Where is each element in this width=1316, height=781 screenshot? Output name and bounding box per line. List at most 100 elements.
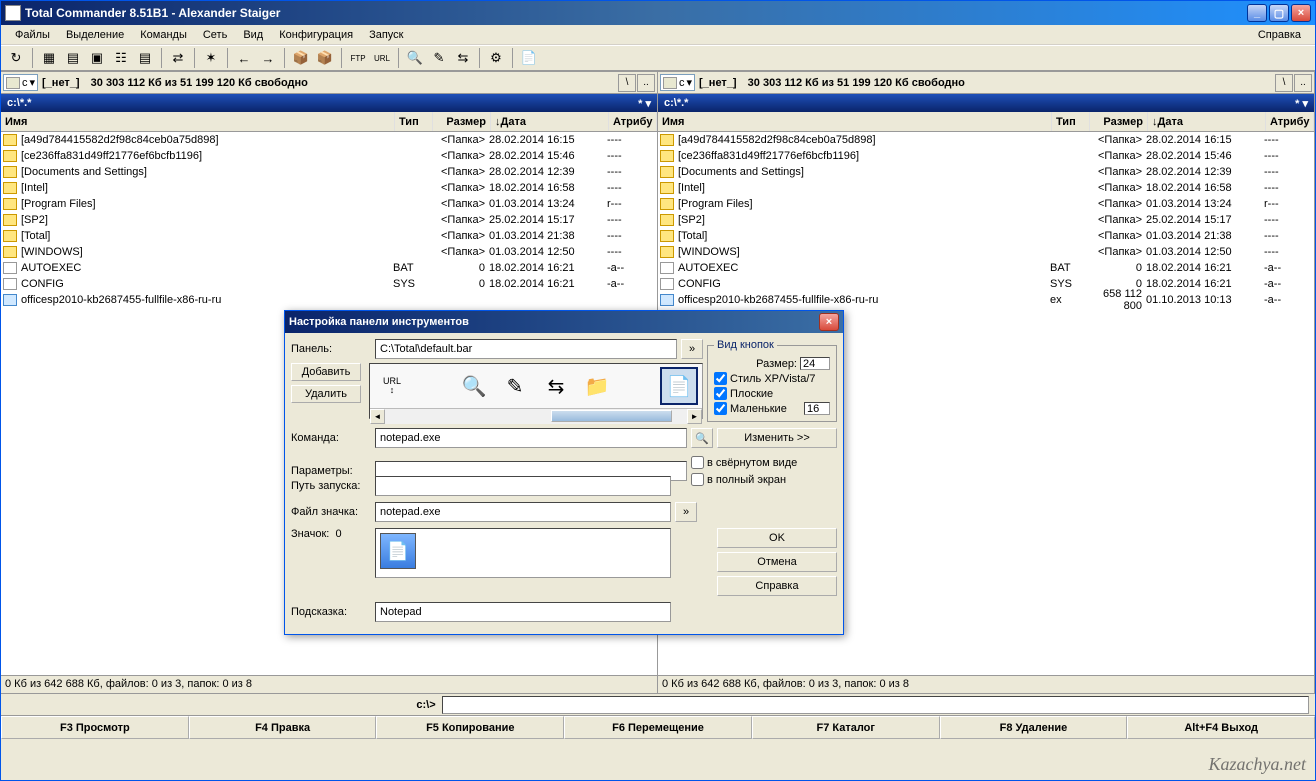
menu-view[interactable]: Вид — [235, 27, 271, 43]
file-row[interactable]: [a49d784415582d2f98c84ceb0a75d898]<Папка… — [1, 132, 657, 148]
refresh-icon[interactable]: ↻ — [5, 47, 27, 69]
parent-button[interactable]: .. — [1294, 74, 1312, 92]
f8-button[interactable]: F8 Удаление — [940, 716, 1128, 739]
dialog-close-button[interactable]: × — [819, 313, 839, 331]
root-button[interactable]: \ — [618, 74, 636, 92]
command-input[interactable] — [375, 428, 687, 448]
menu-net[interactable]: Сеть — [195, 27, 235, 43]
notepad-icon[interactable]: 📄 — [518, 47, 540, 69]
menu-commands[interactable]: Команды — [132, 27, 195, 43]
add-button[interactable]: Добавить — [291, 363, 361, 381]
iconfile-browse-button[interactable]: » — [675, 502, 697, 522]
toolbar-icons-list[interactable]: URL↕ 🔍 ✎ ⇆ 📁 📄 ◄ ► — [369, 363, 703, 419]
col-type[interactable]: Тип — [395, 112, 433, 131]
col-type[interactable]: Тип — [1052, 112, 1090, 131]
menu-config[interactable]: Конфигурация — [271, 27, 361, 43]
view-brief-icon[interactable]: ▦ — [38, 47, 60, 69]
icon-preview[interactable]: 📄 — [380, 533, 416, 569]
rename-tool-icon[interactable]: ✎ — [496, 367, 534, 405]
menu-selection[interactable]: Выделение — [58, 27, 132, 43]
root-button[interactable]: \ — [1275, 74, 1293, 92]
f7-button[interactable]: F7 Каталог — [752, 716, 940, 739]
change-button[interactable]: Изменить >> — [717, 428, 837, 448]
back-icon[interactable]: ← — [233, 47, 255, 69]
target-icon[interactable]: ✶ — [200, 47, 222, 69]
file-row[interactable]: CONFIGSYS018.02.2014 16:21-a-- — [1, 276, 657, 292]
forward-icon[interactable]: → — [257, 47, 279, 69]
file-row[interactable]: [a49d784415582d2f98c84ceb0a75d898]<Папка… — [658, 132, 1314, 148]
scroll-thumb[interactable] — [551, 410, 672, 422]
search-icon[interactable]: 🔍 — [404, 47, 426, 69]
url-icon[interactable]: URL — [371, 47, 393, 69]
view-icon[interactable]: ▤ — [134, 47, 156, 69]
f5-button[interactable]: F5 Копирование — [376, 716, 564, 739]
command-browse-button[interactable]: 🔍 — [691, 428, 713, 448]
url-tool-icon[interactable]: URL↕ — [373, 367, 411, 405]
pack-icon[interactable]: 📦 — [290, 47, 312, 69]
startpath-input[interactable] — [375, 476, 671, 496]
col-attr[interactable]: Атрибу — [1266, 112, 1314, 131]
size-input[interactable] — [800, 357, 830, 370]
cancel-button[interactable]: Отмена — [717, 552, 837, 572]
file-row[interactable]: [Intel]<Папка>18.02.2014 16:58---- — [658, 180, 1314, 196]
file-row[interactable]: [WINDOWS]<Папка>01.03.2014 12:50---- — [1, 244, 657, 260]
toolbar-scrollbar[interactable]: ◄ ► — [370, 408, 702, 423]
drive-select[interactable]: c ▾ — [660, 74, 695, 91]
tool-icon[interactable]: ⚙ — [485, 47, 507, 69]
minimized-checkbox[interactable] — [691, 456, 704, 469]
view-full-icon[interactable]: ▤ — [62, 47, 84, 69]
help-button[interactable]: Справка — [717, 576, 837, 596]
ftp-icon[interactable]: FTP — [347, 47, 369, 69]
cmdline-input[interactable] — [442, 696, 1309, 714]
style-xp-checkbox[interactable] — [714, 372, 727, 385]
col-date[interactable]: ↓Дата — [491, 112, 609, 131]
hint-input[interactable] — [375, 602, 671, 622]
col-date[interactable]: ↓Дата — [1148, 112, 1266, 131]
f6-button[interactable]: F6 Перемещение — [564, 716, 752, 739]
iconfile-input[interactable] — [375, 502, 671, 522]
panel-browse-button[interactable]: » — [681, 339, 703, 359]
drive-select[interactable]: c ▾ — [3, 74, 38, 91]
f4-button[interactable]: F4 Правка — [189, 716, 377, 739]
col-size[interactable]: Размер — [433, 112, 491, 131]
file-row[interactable]: [Documents and Settings]<Папка>28.02.201… — [658, 164, 1314, 180]
search-tool-icon[interactable]: 🔍 — [455, 367, 493, 405]
col-size[interactable]: Размер — [1090, 112, 1148, 131]
path-bar[interactable]: c:\*.* * ▾ — [658, 94, 1314, 112]
file-row[interactable]: officesp2010-kb2687455-fullfile-x86-ru-r… — [1, 292, 657, 308]
file-row[interactable]: [ce236ffa831d49ff21776ef6bcfb1196]<Папка… — [1, 148, 657, 164]
menu-files[interactable]: Файлы — [7, 27, 58, 43]
file-row[interactable]: [Program Files]<Папка>01.03.2014 13:24r-… — [1, 196, 657, 212]
file-row[interactable]: [Intel]<Папка>18.02.2014 16:58---- — [1, 180, 657, 196]
parent-button[interactable]: .. — [637, 74, 655, 92]
col-name[interactable]: Имя — [658, 112, 1052, 131]
file-row[interactable]: [ce236ffa831d49ff21776ef6bcfb1196]<Папка… — [658, 148, 1314, 164]
close-button[interactable]: × — [1291, 4, 1311, 22]
view-tree-icon[interactable]: ☷ — [110, 47, 132, 69]
sync-icon[interactable]: ⇆ — [452, 47, 474, 69]
notepad-tool-icon[interactable]: 📄 — [660, 367, 698, 405]
file-row[interactable]: [Program Files]<Папка>01.03.2014 13:24r-… — [658, 196, 1314, 212]
file-row[interactable]: [Total]<Папка>01.03.2014 21:38---- — [1, 228, 657, 244]
file-row[interactable]: AUTOEXECBAT018.02.2014 16:21-a-- — [658, 260, 1314, 276]
small-checkbox[interactable] — [714, 402, 727, 415]
ok-button[interactable]: OK — [717, 528, 837, 548]
maximize-button[interactable]: ▢ — [1269, 4, 1289, 22]
file-row[interactable]: [SP2]<Папка>25.02.2014 15:17---- — [658, 212, 1314, 228]
sep-tool-icon[interactable] — [414, 367, 452, 405]
file-row[interactable]: [SP2]<Папка>25.02.2014 15:17---- — [1, 212, 657, 228]
copy-tool-icon[interactable]: 📁 — [578, 367, 616, 405]
col-attr[interactable]: Атрибу — [609, 112, 657, 131]
panel-path-input[interactable] — [375, 339, 677, 359]
sep-tool-icon[interactable] — [619, 367, 657, 405]
view-thumb-icon[interactable]: ▣ — [86, 47, 108, 69]
file-row[interactable]: [Total]<Папка>01.03.2014 21:38---- — [658, 228, 1314, 244]
col-name[interactable]: Имя — [1, 112, 395, 131]
fullscreen-checkbox[interactable] — [691, 473, 704, 486]
menu-help[interactable]: Справка — [1250, 27, 1309, 43]
path-menu-icon[interactable]: * ▾ — [1295, 97, 1308, 110]
scroll-right-button[interactable]: ► — [687, 409, 702, 424]
small-size-input[interactable] — [804, 402, 830, 415]
swap-icon[interactable]: ⇄ — [167, 47, 189, 69]
f3-button[interactable]: F3 Просмотр — [1, 716, 189, 739]
